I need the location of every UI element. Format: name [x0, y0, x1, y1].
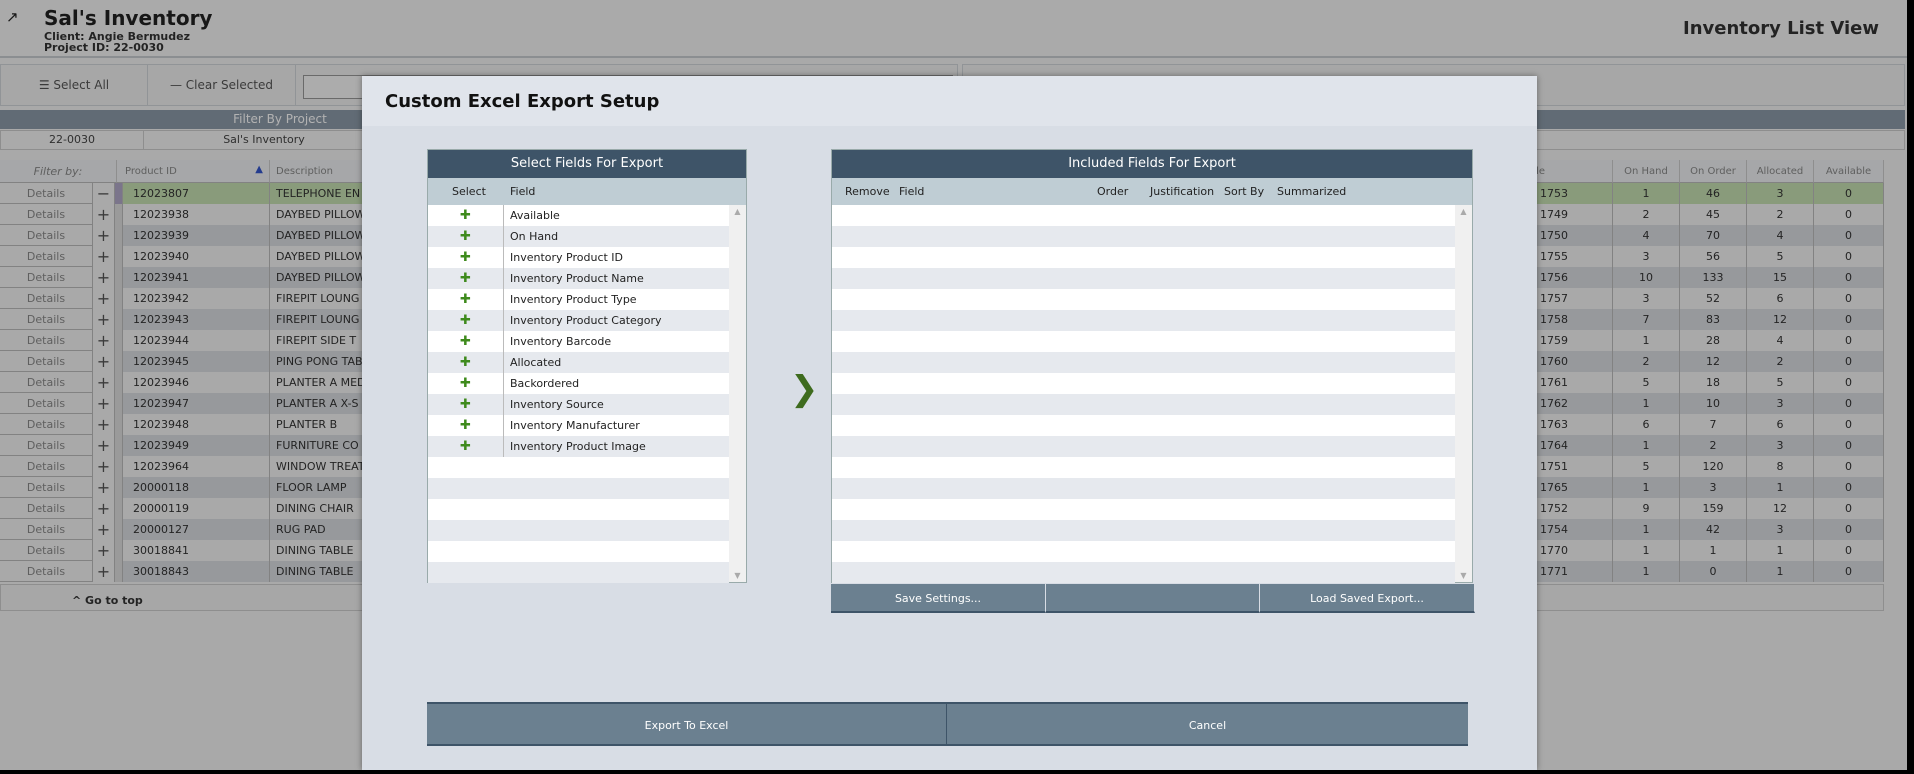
empty-row	[832, 415, 1455, 436]
empty-row	[428, 457, 729, 478]
included-fields-column-header: Remove Field Order Justification Sort By…	[832, 178, 1472, 205]
empty-row	[832, 562, 1455, 583]
add-field-icon[interactable]: ✚	[428, 415, 504, 436]
empty-row	[832, 457, 1455, 478]
empty-row	[428, 499, 729, 520]
included-fields-title: Included Fields For Export	[832, 150, 1472, 178]
empty-row	[832, 436, 1455, 457]
empty-row	[832, 478, 1455, 499]
field-list-item[interactable]: ✚ On Hand	[428, 226, 729, 247]
add-field-icon[interactable]: ✚	[428, 205, 504, 226]
export-to-excel-button[interactable]: Export To Excel	[427, 702, 947, 746]
remove-column-header: Remove	[845, 185, 890, 198]
empty-row	[832, 226, 1455, 247]
empty-row	[832, 268, 1455, 289]
empty-row	[832, 373, 1455, 394]
empty-row	[832, 289, 1455, 310]
add-field-icon[interactable]: ✚	[428, 310, 504, 331]
empty-row	[832, 520, 1455, 541]
add-field-icon[interactable]: ✚	[428, 289, 504, 310]
scroll-down-icon[interactable]: ▼	[729, 571, 746, 580]
dialog-title-bar: Custom Excel Export Setup	[362, 76, 1537, 126]
select-fields-title: Select Fields For Export	[428, 150, 746, 178]
field-column-header: Field	[899, 185, 925, 198]
field-list-item[interactable]: ✚ Inventory Source	[428, 394, 729, 415]
summarized-column-header: Summarized	[1277, 185, 1347, 198]
add-field-icon[interactable]: ✚	[428, 373, 504, 394]
scroll-up-icon[interactable]: ▲	[729, 207, 746, 216]
sort-by-column-header: Sort By	[1224, 185, 1265, 198]
save-settings-button[interactable]: Save Settings...	[831, 584, 1046, 613]
chevron-right-icon[interactable]: ❯	[790, 369, 819, 409]
field-name: Backordered	[510, 377, 580, 390]
scroll-down-icon[interactable]: ▼	[1455, 571, 1472, 580]
empty-row	[428, 541, 729, 562]
empty-row	[832, 247, 1455, 268]
empty-row	[832, 394, 1455, 415]
empty-row	[428, 520, 729, 541]
field-list-item[interactable]: ✚ Available	[428, 205, 729, 226]
field-name: Inventory Product Category	[510, 314, 662, 327]
add-field-icon[interactable]: ✚	[428, 331, 504, 352]
empty-row	[832, 205, 1455, 226]
field-list-item[interactable]: ✚ Inventory Product ID	[428, 247, 729, 268]
custom-excel-export-dialog: Custom Excel Export Setup Select Fields …	[362, 76, 1537, 770]
field-list-item[interactable]: ✚ Inventory Product Image	[428, 436, 729, 457]
field-list-item[interactable]: ✚ Inventory Manufacturer	[428, 415, 729, 436]
empty-row	[428, 478, 729, 499]
empty-row	[832, 499, 1455, 520]
field-name: Inventory Product ID	[510, 251, 624, 264]
scrollbar[interactable]: ▲ ▼	[729, 205, 746, 582]
field-name: Inventory Product Type	[510, 293, 637, 306]
add-field-icon[interactable]: ✚	[428, 436, 504, 457]
field-name: Inventory Manufacturer	[510, 419, 640, 432]
select-fields-panel: Select Fields For Export Select Field ✚ A…	[427, 149, 747, 583]
justification-column-header: Justification	[1150, 185, 1215, 198]
field-name: Inventory Barcode	[510, 335, 612, 348]
field-list-item[interactable]: ✚ Allocated	[428, 352, 729, 373]
field-name: Allocated	[510, 356, 562, 369]
empty-row	[832, 352, 1455, 373]
field-name: Inventory Product Name	[510, 272, 644, 285]
field-list-item[interactable]: ✚ Inventory Barcode	[428, 331, 729, 352]
load-saved-export-button[interactable]: Load Saved Export...	[1260, 584, 1475, 613]
field-name: Inventory Product Image	[510, 440, 646, 453]
blank-button[interactable]	[1046, 584, 1260, 613]
field-name: Inventory Source	[510, 398, 604, 411]
field-list-item[interactable]: ✚ Inventory Product Category	[428, 310, 729, 331]
field-column-header: Field	[510, 185, 536, 198]
field-name: Available	[510, 209, 560, 222]
cancel-button[interactable]: Cancel	[947, 702, 1468, 746]
dialog-title: Custom Excel Export Setup	[385, 91, 660, 112]
add-field-icon[interactable]: ✚	[428, 352, 504, 373]
field-name: On Hand	[510, 230, 559, 243]
empty-row	[428, 562, 729, 583]
scroll-up-icon[interactable]: ▲	[1455, 207, 1472, 216]
add-field-icon[interactable]: ✚	[428, 268, 504, 289]
order-column-header: Order	[1097, 185, 1129, 198]
scrollbar[interactable]: ▲ ▼	[1455, 205, 1472, 582]
add-field-icon[interactable]: ✚	[428, 394, 504, 415]
field-list-item[interactable]: ✚ Backordered	[428, 373, 729, 394]
field-list-item[interactable]: ✚ Inventory Product Name	[428, 268, 729, 289]
add-field-icon[interactable]: ✚	[428, 247, 504, 268]
included-fields-panel: Included Fields For Export Remove Field …	[831, 149, 1475, 613]
empty-row	[832, 310, 1455, 331]
add-field-icon[interactable]: ✚	[428, 226, 504, 247]
empty-row	[832, 331, 1455, 352]
select-column-header: Select	[452, 185, 486, 198]
field-list-item[interactable]: ✚ Inventory Product Type	[428, 289, 729, 310]
select-fields-column-header: Select Field	[428, 178, 746, 205]
empty-row	[832, 541, 1455, 562]
